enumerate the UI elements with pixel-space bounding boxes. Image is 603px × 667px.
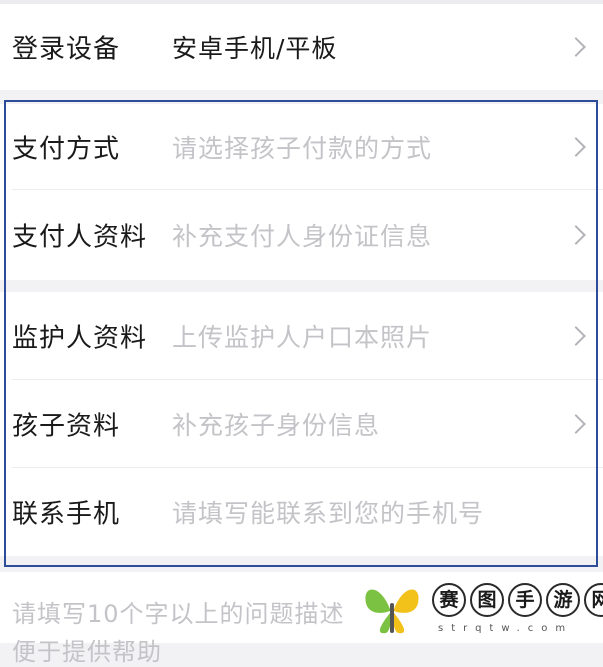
watermark-char: 游 xyxy=(546,583,580,617)
watermark-char: 图 xyxy=(470,583,504,617)
login-device-row[interactable]: 登录设备 安卓手机/平板 xyxy=(0,4,603,90)
complaint-form-screen: 登录设备 安卓手机/平板 支付方式 请选择孩子付款的方式 支付人资料 补充支付人… xyxy=(0,0,603,666)
watermark-char: 赛 xyxy=(432,583,466,617)
contact-phone-label: 联系手机 xyxy=(12,499,121,530)
guardian-info-label: 监护人资料 xyxy=(12,323,148,354)
login-device-value: 安卓手机/平板 xyxy=(172,34,338,63)
description-placeholder-line1: 请填写10个字以上的问题描述 xyxy=(12,600,345,628)
chevron-right-icon xyxy=(566,225,586,245)
payer-info-label: 支付人资料 xyxy=(12,222,148,253)
description-placeholder-line2: 便于提供帮助 xyxy=(12,638,162,666)
guardian-info-placeholder: 上传监护人户口本照片 xyxy=(172,323,433,352)
child-info-row[interactable]: 孩子资料 补充孩子身份信息 xyxy=(0,380,603,468)
watermark-char: 手 xyxy=(508,583,542,617)
child-info-placeholder: 补充孩子身份信息 xyxy=(172,411,381,440)
contact-phone-row[interactable]: 联系手机 请填写能联系到您的手机号 xyxy=(0,468,603,556)
chevron-right-icon xyxy=(566,137,586,157)
payment-method-placeholder: 请选择孩子付款的方式 xyxy=(172,134,433,163)
payment-method-label: 支付方式 xyxy=(12,134,121,165)
payment-method-row[interactable]: 支付方式 请选择孩子付款的方式 xyxy=(0,104,603,190)
guardian-info-row[interactable]: 监护人资料 上传监护人户口本照片 xyxy=(0,292,603,380)
chevron-right-icon xyxy=(566,414,586,434)
butterfly-logo-icon xyxy=(365,589,419,634)
payer-info-row[interactable]: 支付人资料 补充支付人身份证信息 xyxy=(0,190,603,280)
watermark-text: 赛 图 手 游 网 xyxy=(432,583,603,617)
watermark: 赛 图 手 游 网 strqtw.com xyxy=(350,575,603,643)
chevron-right-icon xyxy=(566,37,586,57)
chevron-right-icon xyxy=(566,326,586,346)
login-device-label: 登录设备 xyxy=(12,34,121,65)
contact-phone-input[interactable]: 请填写能联系到您的手机号 xyxy=(172,494,484,530)
child-info-label: 孩子资料 xyxy=(12,411,121,442)
watermark-char: 网 xyxy=(584,583,603,617)
payer-info-placeholder: 补充支付人身份证信息 xyxy=(172,222,433,251)
watermark-url: strqtw.com xyxy=(438,623,574,634)
